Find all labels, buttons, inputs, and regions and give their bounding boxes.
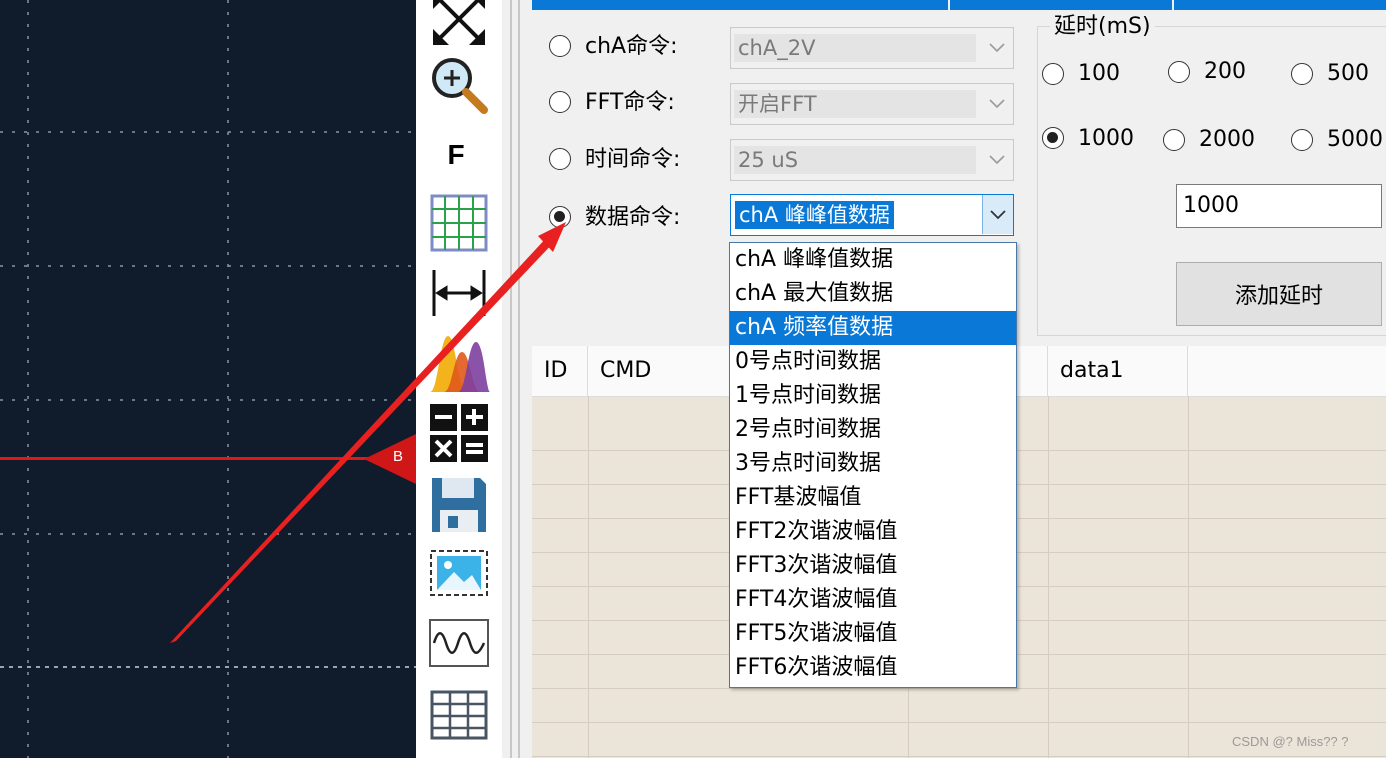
delay-500-label: 500 xyxy=(1327,61,1369,86)
chevron-down-icon xyxy=(989,43,1005,53)
add-delay-button[interactable]: 添加延时 xyxy=(1176,262,1382,326)
dropdown-option[interactable]: chA 最大值数据 xyxy=(730,277,1016,311)
fft-command-label: FFT命令: xyxy=(585,90,675,115)
data-command-radio[interactable] xyxy=(549,206,571,228)
zoom-icon[interactable] xyxy=(426,54,492,116)
time-command-select[interactable]: 25 uS xyxy=(730,139,1014,181)
dropdown-option[interactable]: FFT基波幅值 xyxy=(730,481,1016,515)
delay-5000-radio[interactable] xyxy=(1291,129,1313,151)
chevron-down-icon xyxy=(990,210,1006,220)
table-icon[interactable] xyxy=(426,684,492,746)
f-icon[interactable]: F xyxy=(426,124,492,186)
delay-2000-label: 2000 xyxy=(1199,127,1255,152)
save-icon[interactable] xyxy=(426,474,492,536)
cha-command-label: chA命令: xyxy=(585,34,678,59)
delay-200-label: 200 xyxy=(1204,59,1246,84)
delay-input[interactable]: 1000 xyxy=(1176,184,1382,228)
chevron-down-icon xyxy=(989,155,1005,165)
dropdown-option[interactable]: 0号点时间数据 xyxy=(730,345,1016,379)
delay-100-radio[interactable] xyxy=(1042,63,1064,85)
dropdown-option[interactable]: FFT3次谐波幅值 xyxy=(730,549,1016,583)
f-label: F xyxy=(447,139,465,170)
grid-icon[interactable] xyxy=(426,192,492,254)
data-command-dropdown-list: chA 峰峰值数据 chA 最大值数据 chA 频率值数据 0号点时间数据 1号… xyxy=(729,242,1017,688)
fft-command-radio[interactable] xyxy=(549,91,571,113)
data-command-label: 数据命令: xyxy=(585,205,681,230)
watermark: CSDN @? Miss?? ? xyxy=(1232,734,1349,749)
marker-label: B xyxy=(393,448,404,465)
cha-command-select[interactable]: chA_2V xyxy=(730,27,1014,69)
dropdown-option[interactable]: FFT4次谐波幅值 xyxy=(730,583,1016,617)
delay-1000-label: 1000 xyxy=(1078,126,1134,151)
dropdown-option[interactable]: FFT5次谐波幅值 xyxy=(730,617,1016,651)
dropdown-option[interactable]: chA 峰峰值数据 xyxy=(730,243,1016,277)
column-header-extra[interactable] xyxy=(1188,346,1386,396)
panel-splitter[interactable] xyxy=(502,0,532,758)
fit-window-icon[interactable] xyxy=(426,0,492,50)
waveform-icon[interactable] xyxy=(426,612,492,674)
delay-1000-radio[interactable] xyxy=(1042,127,1064,149)
fft-command-select[interactable]: 开启FFT xyxy=(730,83,1014,125)
dropdown-option-highlighted[interactable]: chA 频率值数据 xyxy=(730,311,1016,345)
time-command-label: 时间命令: xyxy=(585,147,681,172)
dropdown-option[interactable]: 1号点时间数据 xyxy=(730,379,1016,413)
delay-500-radio[interactable] xyxy=(1291,63,1313,85)
dropdown-option[interactable]: FFT2次谐波幅值 xyxy=(730,515,1016,549)
trigger-marker[interactable] xyxy=(360,432,416,486)
trace-line xyxy=(0,457,400,460)
cha-command-value: chA_2V xyxy=(734,34,976,62)
delay-200-radio[interactable] xyxy=(1168,61,1190,83)
delay-100-label: 100 xyxy=(1078,61,1120,86)
dropdown-option[interactable]: 3号点时间数据 xyxy=(730,447,1016,481)
chevron-down-icon xyxy=(989,99,1005,109)
top-tab-strip xyxy=(532,0,1386,10)
column-header-data1[interactable]: data1 xyxy=(1048,346,1188,396)
fft-command-value: 开启FFT xyxy=(734,90,976,118)
measure-width-icon[interactable] xyxy=(426,262,492,324)
data-command-select[interactable]: chA 峰峰值数据 xyxy=(730,194,1014,236)
picture-icon[interactable] xyxy=(426,542,492,604)
calculator-icon[interactable] xyxy=(426,402,492,464)
cha-command-radio[interactable] xyxy=(549,35,571,57)
oscilloscope-display[interactable]: B xyxy=(0,0,416,758)
delay-2000-radio[interactable] xyxy=(1163,129,1185,151)
tool-sidebar: F xyxy=(416,0,502,758)
dropdown-option[interactable]: 2号点时间数据 xyxy=(730,413,1016,447)
column-header-id[interactable]: ID xyxy=(532,346,588,396)
data-command-value: chA 峰峰值数据 xyxy=(735,201,894,229)
delay-5000-label: 5000 xyxy=(1327,127,1383,152)
scope-grid xyxy=(0,0,416,758)
spectrum-icon[interactable] xyxy=(426,332,492,394)
time-command-radio[interactable] xyxy=(549,148,571,170)
dropdown-button[interactable] xyxy=(982,195,1013,234)
dropdown-option[interactable]: FFT6次谐波幅值 xyxy=(730,651,1016,685)
delay-group-title: 延时(mS) xyxy=(1050,14,1155,40)
time-command-value: 25 uS xyxy=(734,146,976,174)
